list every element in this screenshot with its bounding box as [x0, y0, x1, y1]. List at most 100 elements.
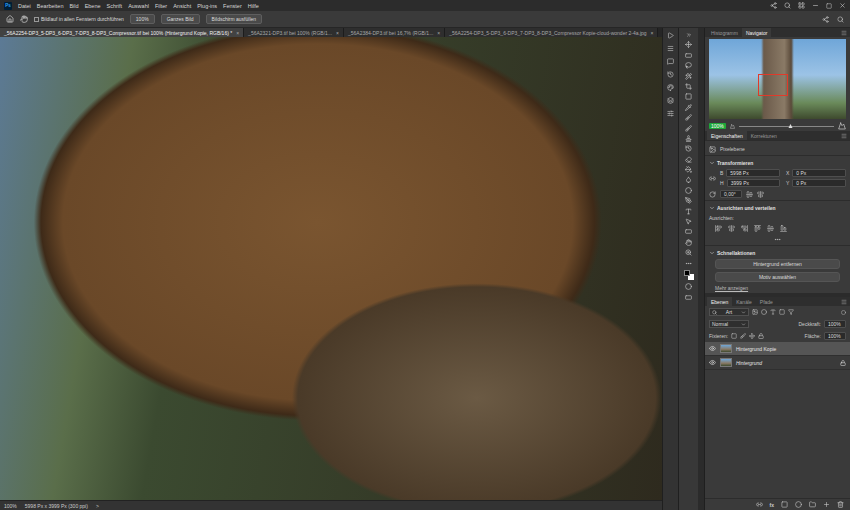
actions-panel-icon[interactable] — [667, 32, 674, 39]
filter-toggle-icon[interactable] — [841, 310, 846, 315]
navigator-thumbnail[interactable] — [709, 39, 846, 119]
menu-item[interactable]: Filter — [155, 3, 167, 9]
minimize-icon[interactable] — [812, 2, 819, 9]
expand-icon[interactable] — [709, 160, 715, 166]
panel-menu-icon[interactable] — [841, 133, 847, 139]
panel-tab[interactable]: Pfade — [756, 297, 777, 306]
expand-icon[interactable] — [709, 205, 715, 211]
gradient-tool-icon[interactable] — [685, 166, 692, 173]
opacity-field[interactable]: 100% — [824, 320, 846, 328]
fill-field[interactable]: 100% — [824, 332, 846, 340]
search-options-icon[interactable] — [837, 16, 844, 23]
libraries-icon[interactable] — [667, 97, 674, 104]
filter-pixel-icon[interactable] — [752, 309, 758, 315]
type-tool-icon[interactable] — [685, 208, 692, 215]
delete-layer-icon[interactable] — [837, 501, 844, 508]
angle-field[interactable]: 0,00° — [720, 190, 742, 198]
scroll-all-checkbox[interactable]: Bildlauf in allen Fenstern durchführen — [34, 16, 124, 22]
status-arrow[interactable]: > — [96, 503, 99, 509]
lock-pixels-icon[interactable] — [731, 333, 737, 339]
flip-v-icon[interactable] — [757, 191, 764, 198]
quick-mask-icon[interactable] — [685, 283, 692, 290]
transform-field[interactable]: 5998 Px — [726, 169, 780, 177]
tab-close[interactable]: × — [336, 30, 339, 36]
document-tab[interactable]: _56A2384-DP3.tif bei 16,7% (RGB/1...× — [344, 28, 445, 37]
close-icon[interactable] — [839, 2, 846, 9]
menu-item[interactable]: Fenster — [223, 3, 242, 9]
layer-row[interactable]: Hintergrund — [705, 356, 850, 370]
transform-field[interactable]: 0 Px — [792, 179, 846, 187]
panel-tab[interactable]: Ebenen — [707, 297, 732, 306]
screen-mode-icon[interactable] — [685, 294, 692, 301]
option-button[interactable]: Bildschirm ausfüllen — [206, 14, 262, 24]
magic-wand-tool-icon[interactable] — [685, 73, 692, 80]
panel-tab[interactable]: Eigenschaften — [707, 131, 747, 140]
layer-row[interactable]: Hintergrund Kopie — [705, 342, 850, 356]
filter-smart-icon[interactable] — [788, 309, 794, 315]
panel-menu-icon[interactable] — [841, 299, 847, 305]
menu-item[interactable]: Plug-ins — [197, 3, 217, 9]
zoom-value[interactable]: 100% — [709, 123, 726, 129]
clone-stamp-tool-icon[interactable] — [685, 135, 692, 142]
align-right-icon[interactable] — [741, 225, 748, 232]
crop-tool-icon[interactable] — [685, 83, 692, 90]
align-middle-icon[interactable] — [767, 225, 774, 232]
layer-comps-icon[interactable] — [667, 45, 674, 52]
zoom-out-icon[interactable] — [730, 124, 735, 129]
lasso-tool-icon[interactable] — [685, 62, 692, 69]
share-options-icon[interactable] — [822, 16, 829, 23]
navigator-view-box[interactable] — [758, 74, 788, 96]
zoom-slider[interactable] — [739, 126, 834, 127]
workspace-icon[interactable] — [798, 2, 805, 9]
expand-icon[interactable] — [709, 250, 715, 256]
home-icon[interactable] — [6, 15, 14, 23]
align-left-icon[interactable] — [715, 225, 722, 232]
menu-item[interactable]: Ansicht — [173, 3, 191, 9]
eyedropper-tool-icon[interactable] — [685, 104, 692, 111]
blend-mode-select[interactable]: Normal — [709, 320, 749, 328]
align-center-icon[interactable] — [728, 225, 735, 232]
zoom-tool-icon[interactable] — [685, 249, 692, 256]
adjustment-layer-icon[interactable] — [795, 501, 802, 508]
menu-item[interactable]: Auswahl — [128, 3, 149, 9]
comments-icon[interactable] — [667, 58, 674, 65]
status-zoom[interactable]: 100% — [4, 503, 17, 509]
menu-item[interactable]: Datei — [18, 3, 31, 9]
document-tab[interactable]: _56A2321-DP3.tif bei 100% (RGB/1...× — [244, 28, 344, 37]
marquee-tool-icon[interactable] — [685, 52, 692, 59]
panel-tab[interactable]: Kanäle — [732, 297, 756, 306]
frame-tool-icon[interactable] — [685, 93, 692, 100]
pen-tool-icon[interactable] — [685, 197, 692, 204]
show-more-link[interactable]: Mehr anzeigen — [709, 285, 846, 291]
document-tab[interactable]: _56A2254-DP3_5-DP3_6-DP3_7-DP3_8-DP3_Com… — [0, 28, 244, 37]
move-tool-icon[interactable] — [685, 41, 692, 48]
lock-image-icon[interactable] — [740, 333, 746, 339]
menu-item[interactable]: Bild — [69, 3, 78, 9]
path-selection-tool-icon[interactable] — [685, 218, 692, 225]
visibility-icon[interactable] — [709, 345, 716, 352]
adjustments-icon[interactable] — [667, 110, 674, 117]
quick-action-button[interactable]: Motiv auswählen — [715, 272, 840, 282]
menu-item[interactable]: Ebene — [85, 3, 101, 9]
align-top-icon[interactable] — [754, 225, 761, 232]
menu-item[interactable]: Bearbeiten — [37, 3, 64, 9]
eraser-tool-icon[interactable] — [685, 156, 692, 163]
history-panel-icon[interactable] — [667, 71, 674, 78]
filter-select[interactable]: Art — [709, 308, 749, 316]
image-canvas[interactable] — [0, 37, 662, 500]
more-options-icon[interactable] — [774, 236, 781, 243]
flip-h-icon[interactable] — [746, 191, 753, 198]
transform-field[interactable]: 3999 Px — [727, 179, 780, 187]
share-icon[interactable] — [770, 2, 777, 9]
option-button[interactable]: 100% — [130, 14, 155, 24]
shape-tool-icon[interactable] — [685, 228, 692, 235]
document-tab[interactable]: _56A2254-DP3_5-DP3_6-DP3_7-DP3_8-DP3_Com… — [445, 28, 658, 37]
edit-toolbar-icon[interactable] — [685, 260, 692, 267]
hand-icon[interactable] — [20, 15, 28, 23]
lock-all-icon[interactable] — [758, 333, 764, 339]
panel-menu-icon[interactable] — [841, 30, 847, 36]
menu-item[interactable]: Schrift — [107, 3, 123, 9]
layer-style-button[interactable]: fx — [770, 502, 774, 508]
zoom-knob[interactable] — [789, 124, 793, 128]
tab-close[interactable]: × — [651, 30, 654, 36]
